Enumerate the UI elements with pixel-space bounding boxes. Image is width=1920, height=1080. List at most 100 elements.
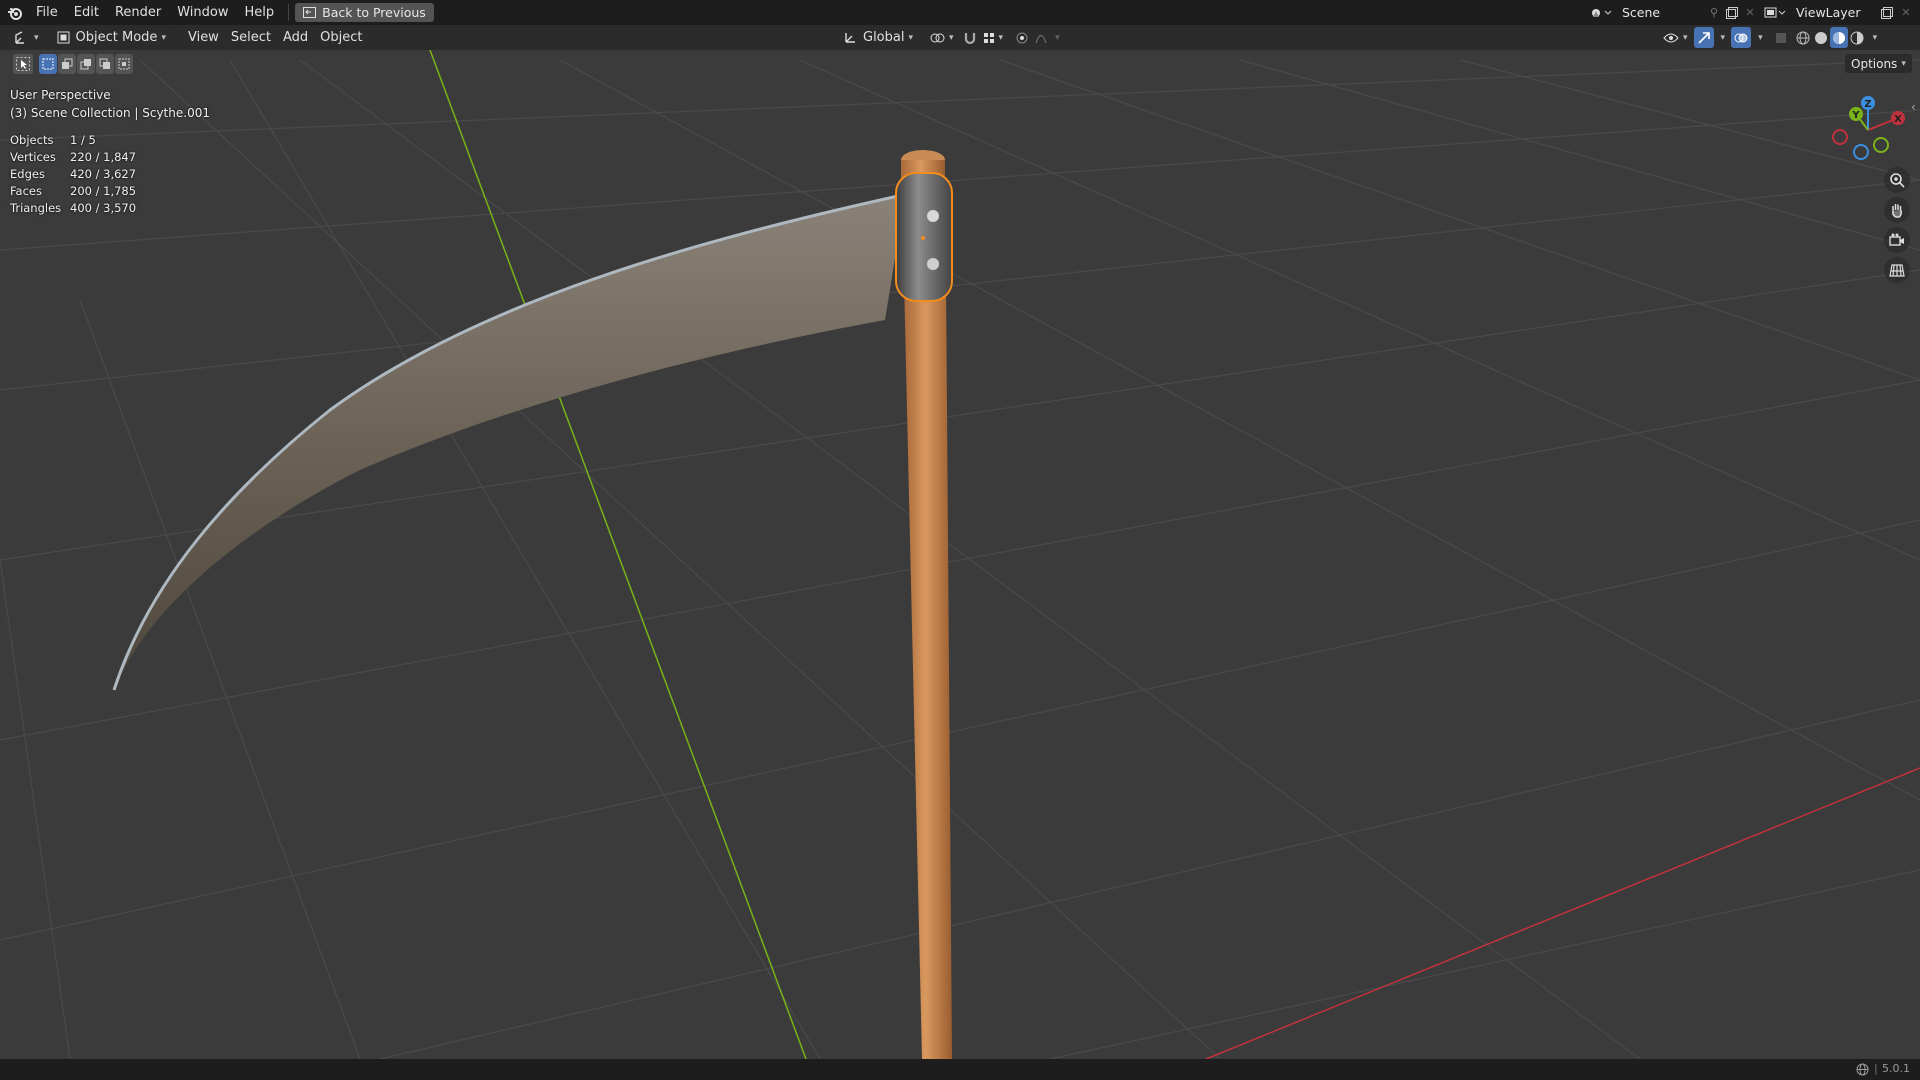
zoom-button[interactable] xyxy=(1884,167,1910,193)
delete-scene-icon[interactable]: ✕ xyxy=(1742,3,1758,22)
wireframe-sphere-icon xyxy=(1796,31,1810,45)
snap-toggle[interactable] xyxy=(960,27,980,48)
stats-value: 220 / 1,847 xyxy=(70,150,137,164)
viewport-info-overlay: User Perspective (3) Scene Collection | … xyxy=(10,86,210,217)
navigation-gizmo[interactable]: X Z Y xyxy=(1828,90,1908,170)
new-scene-icon[interactable] xyxy=(1722,3,1742,22)
shading-dropdown[interactable]: ▾ xyxy=(1866,27,1881,48)
select-subtract-icon xyxy=(80,58,92,70)
chevron-down-icon: ▾ xyxy=(161,32,166,43)
pin-icon[interactable]: ⚲ xyxy=(1706,3,1722,22)
scene-name-text: Scene xyxy=(1622,5,1661,20)
select-new-icon xyxy=(42,58,54,70)
gizmo-dropdown[interactable]: ▾ xyxy=(1714,27,1729,48)
object-mode-label: Object Mode xyxy=(75,30,158,45)
view-layer-selector-icon[interactable] xyxy=(1760,2,1790,23)
stats-row: Vertices 220 / 1,847 xyxy=(10,149,210,166)
stats-value: 400 / 3,570 xyxy=(70,201,137,215)
pan-button[interactable] xyxy=(1884,197,1910,223)
viewport-scene xyxy=(0,50,1920,1059)
gizmo-neg-z xyxy=(1853,144,1869,160)
object-visibility-dropdown[interactable]: ▾ xyxy=(1660,27,1691,48)
select-mode-subtract-button[interactable] xyxy=(77,54,95,74)
object-origin xyxy=(921,236,925,240)
select-tool-button[interactable] xyxy=(13,54,33,74)
menu-help[interactable]: Help xyxy=(237,0,283,25)
shading-solid-button[interactable] xyxy=(1812,27,1830,48)
perspective-toggle-button[interactable] xyxy=(1884,257,1910,283)
gizmo-icon xyxy=(1697,31,1711,45)
menu-edit[interactable]: Edit xyxy=(66,0,107,25)
view-layer-field[interactable]: ViewLayer xyxy=(1790,3,1876,22)
3d-viewport-icon xyxy=(14,30,30,45)
grid-perspective-icon xyxy=(1889,262,1905,278)
header-menu-select[interactable]: Select xyxy=(225,27,277,48)
overlays-dropdown[interactable]: ▾ xyxy=(1751,27,1766,48)
select-mode-new-button[interactable] xyxy=(39,54,57,74)
object-mode-icon xyxy=(57,31,70,44)
magnet-icon xyxy=(963,31,977,45)
xray-icon xyxy=(1775,32,1787,44)
stats-value: 1 / 5 xyxy=(70,133,96,147)
hand-icon xyxy=(1889,202,1905,218)
shading-rendered-button[interactable] xyxy=(1848,27,1866,48)
pivot-point-dropdown[interactable]: ▾ xyxy=(923,27,960,48)
network-globe-icon xyxy=(1856,1063,1869,1076)
chevron-down-icon: ▾ xyxy=(998,32,1004,43)
chevron-down-icon: ▾ xyxy=(1720,32,1726,43)
options-dropdown[interactable]: Options ▾ xyxy=(1845,54,1912,73)
rivet-top xyxy=(927,210,939,222)
snap-grid-icon xyxy=(983,32,995,44)
snap-target-dropdown[interactable]: ▾ xyxy=(980,27,1007,48)
gizmo-toggle[interactable] xyxy=(1693,27,1714,48)
back-screen-icon xyxy=(303,7,317,18)
eye-visibility-icon xyxy=(1663,32,1679,44)
select-invert-icon xyxy=(99,58,111,70)
camera-view-button[interactable] xyxy=(1884,227,1910,253)
select-mode-intersect-button[interactable] xyxy=(115,54,133,74)
back-to-previous-button[interactable]: Back to Previous xyxy=(295,3,434,22)
proportional-editing-icon xyxy=(1015,31,1029,45)
header-menu-add[interactable]: Add xyxy=(277,27,314,48)
pivot-icon xyxy=(929,31,945,45)
proportional-editing-toggle[interactable] xyxy=(1012,27,1032,48)
stats-label: Triangles xyxy=(10,201,62,215)
gizmo-neg-y xyxy=(1873,137,1889,153)
gizmo-y-label: Y xyxy=(1851,110,1860,121)
xray-toggle[interactable] xyxy=(1772,27,1790,48)
chevron-down-icon: ▾ xyxy=(1872,32,1878,43)
viewport-header: ▾ Object Mode ▾ View Select Add Object G… xyxy=(0,25,1920,50)
header-menu-view[interactable]: View xyxy=(182,27,225,48)
stats-value: 420 / 3,627 xyxy=(70,167,137,181)
shading-material-button[interactable] xyxy=(1829,27,1848,48)
y-axis-line xyxy=(429,50,807,1059)
menu-window[interactable]: Window xyxy=(169,0,236,25)
overlays-toggle[interactable] xyxy=(1731,27,1752,48)
header-menu-object[interactable]: Object xyxy=(314,27,368,48)
object-mode-dropdown[interactable]: Object Mode ▾ xyxy=(50,27,172,48)
menu-render[interactable]: Render xyxy=(107,0,169,25)
3d-viewport[interactable]: Options ▾ X Z Y ‹ xyxy=(0,50,1920,1059)
grid-floor xyxy=(0,59,1920,1059)
new-view-layer-icon[interactable] xyxy=(1876,3,1898,22)
view-layer-text: ViewLayer xyxy=(1796,5,1861,20)
sidebar-toggle-arrow[interactable]: ‹ xyxy=(1911,100,1916,114)
chevron-down-icon: ▾ xyxy=(949,32,954,43)
magnifier-plus-icon xyxy=(1889,172,1905,188)
menu-file[interactable]: File xyxy=(28,0,66,25)
transform-orientation-dropdown[interactable]: Global ▾ xyxy=(838,27,919,48)
editor-type-button[interactable]: ▾ xyxy=(8,27,45,48)
select-mode-invert-button[interactable] xyxy=(96,54,114,74)
top-bar: File Edit Render Window Help Back to Pre… xyxy=(0,0,1920,25)
scene-selector-icon[interactable] xyxy=(1586,2,1616,23)
stats-row: Faces 200 / 1,785 xyxy=(10,183,210,200)
stats-row: Objects 1 / 5 xyxy=(10,132,210,149)
delete-view-layer-icon[interactable]: ✕ xyxy=(1898,3,1914,22)
perspective-label: User Perspective xyxy=(10,88,111,102)
scene-name-field[interactable]: Scene xyxy=(1616,3,1706,22)
shading-wireframe-button[interactable] xyxy=(1794,27,1812,48)
blender-logo-icon[interactable] xyxy=(2,0,28,25)
select-mode-extend-button[interactable] xyxy=(58,54,76,74)
proportional-falloff-dropdown[interactable]: ▾ xyxy=(1032,27,1063,48)
gizmo-x-label: X xyxy=(1894,114,1902,125)
